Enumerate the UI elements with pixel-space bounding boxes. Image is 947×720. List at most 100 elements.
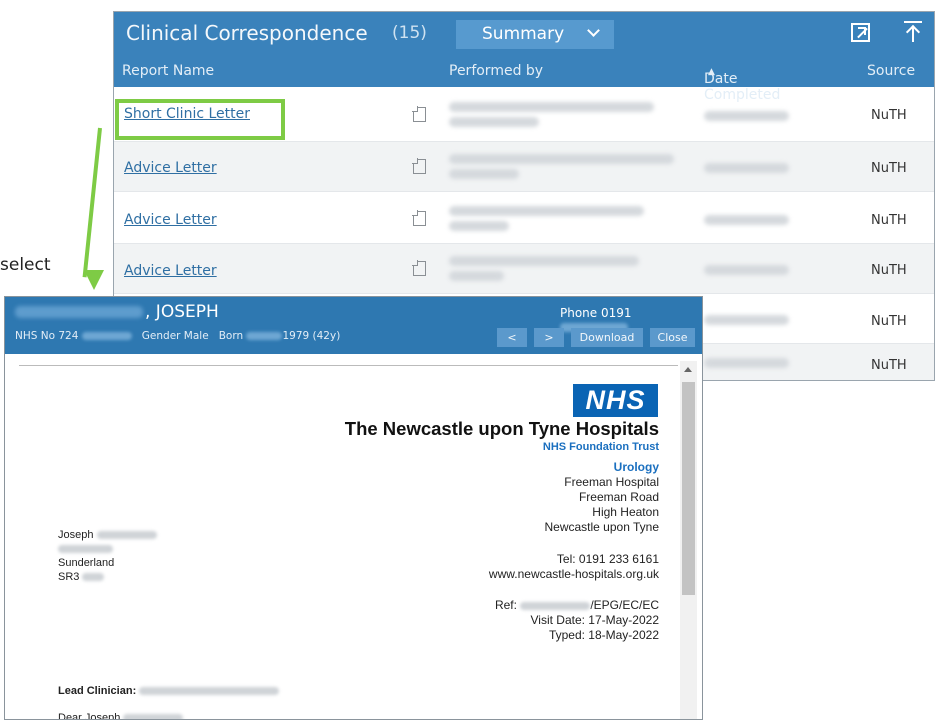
born-year: 1979 (42y): [282, 330, 341, 342]
patient-name-text: , JOSEPH: [145, 302, 219, 322]
redacted-postcode: [82, 573, 105, 582]
patient-banner: , JOSEPH NHS No 724 Gender Male Born 197…: [5, 297, 702, 354]
scroll-to-top-icon[interactable]: [904, 21, 922, 43]
visit-date: Visit Date: 17-May-2022: [530, 613, 659, 627]
source-cell: NuTH: [871, 314, 907, 329]
panel-title: Clinical Correspondence: [126, 21, 368, 45]
redacted-performed-by: [449, 117, 539, 127]
redacted-nhs-number: [81, 332, 132, 340]
source-cell: NuTH: [871, 358, 907, 373]
redacted-date: [704, 111, 789, 121]
document-icon[interactable]: [412, 210, 426, 226]
redacted-performed-by: [449, 102, 654, 112]
redacted-clinician: [139, 687, 280, 696]
document-icon[interactable]: [412, 106, 426, 122]
address-line: Newcastle upon Tyne: [544, 520, 659, 534]
lead-clinician: Lead Clinician:: [58, 685, 280, 697]
next-button[interactable]: >: [534, 328, 564, 347]
letter-document: NHS The Newcastle upon Tyne Hospitals NH…: [5, 354, 702, 719]
salutation-text: Dear Joseph: [58, 712, 121, 720]
born-label: Born: [218, 330, 244, 342]
scrollbar[interactable]: [680, 361, 697, 719]
foundation-trust: NHS Foundation Trust: [542, 441, 659, 453]
recipient-address-line: [58, 543, 113, 555]
patient-name: , JOSEPH: [15, 302, 219, 322]
redacted-performed-by: [449, 256, 639, 266]
report-link[interactable]: Advice Letter: [124, 160, 217, 176]
close-button[interactable]: Close: [650, 328, 695, 347]
recipient-town: Sunderland: [58, 557, 115, 569]
select-annotation-label: select: [0, 255, 51, 275]
expand-icon[interactable]: [851, 23, 870, 42]
recipient-postcode: SR3: [58, 571, 105, 583]
redacted-date: [704, 265, 789, 275]
gender: Gender Male: [141, 330, 209, 342]
nhs-logo: NHS: [573, 384, 658, 417]
download-button[interactable]: Download: [571, 328, 643, 347]
redacted-surname: [123, 714, 184, 719]
source-cell: NuTH: [871, 161, 907, 176]
report-link[interactable]: Advice Letter: [124, 212, 217, 228]
redacted-birth-date: [246, 332, 283, 340]
table-row[interactable]: Advice Letter NuTH: [114, 142, 934, 192]
redacted-address: [58, 545, 113, 554]
address-line: Freeman Hospital: [564, 475, 659, 489]
phone-label: Phone 0191: [560, 306, 632, 320]
address-line: Freeman Road: [578, 490, 659, 504]
panel-titlebar: Clinical Correspondence (15) Summary: [114, 12, 934, 55]
redacted-date: [704, 315, 789, 325]
redacted-date: [704, 358, 789, 368]
redacted-performed-by: [449, 169, 519, 179]
website: www.newcastle-hospitals.org.uk: [488, 567, 659, 581]
chevron-down-icon: [587, 24, 600, 37]
typed-date: Typed: 18-May-2022: [548, 628, 659, 642]
postcode-prefix: SR3: [58, 571, 80, 583]
table-row[interactable]: Advice Letter NuTH: [114, 192, 934, 244]
redacted-date: [704, 163, 789, 173]
previous-button[interactable]: <: [497, 328, 527, 347]
column-report-name[interactable]: Report Name: [122, 63, 214, 79]
redacted-ref: [520, 601, 591, 610]
ref-label: Ref:: [494, 598, 517, 612]
redacted-surname: [15, 306, 143, 318]
redacted-performed-by: [449, 271, 504, 281]
scroll-up-icon[interactable]: [684, 367, 692, 372]
redacted-performed-by: [449, 206, 644, 216]
lead-clinician-label: Lead Clinician:: [58, 685, 137, 697]
scrollbar-thumb[interactable]: [682, 382, 695, 595]
salutation: Dear Joseph: [58, 712, 184, 720]
divider: [19, 365, 678, 366]
letter-viewer: , JOSEPH NHS No 724 Gender Male Born 197…: [4, 296, 703, 720]
nhs-number: NHS No 724: [15, 330, 79, 342]
document-icon[interactable]: [412, 158, 426, 174]
redacted-date: [704, 215, 789, 225]
selection-highlight: [115, 99, 285, 140]
source-cell: NuTH: [871, 263, 907, 278]
record-count: (15): [392, 23, 427, 43]
department: Urology: [613, 460, 659, 474]
summary-dropdown[interactable]: Summary: [456, 20, 614, 49]
column-date-completed[interactable]: Date Completed ▲: [704, 63, 780, 103]
annotation-arrow-head: [84, 270, 104, 290]
redacted-surname: [96, 531, 157, 540]
patient-details: NHS No 724 Gender Male Born 1979 (42y): [15, 330, 340, 342]
document-icon[interactable]: [412, 260, 426, 276]
redacted-performed-by: [449, 154, 674, 164]
column-source[interactable]: Source: [867, 63, 915, 79]
summary-label: Summary: [482, 24, 565, 44]
reference: Ref: /EPG/EC/EC: [495, 598, 659, 612]
sort-ascending-icon: ▲: [708, 67, 715, 77]
address-line: High Heaton: [592, 505, 659, 519]
table-header: Report Name Performed by Date Completed ▲…: [114, 55, 934, 103]
source-cell: NuTH: [871, 108, 907, 123]
recipient-first-name: Joseph: [58, 529, 94, 541]
redacted-performed-by: [449, 221, 509, 231]
annotation-arrow: [82, 127, 102, 278]
telephone: Tel: 0191 233 6161: [556, 552, 659, 566]
table-row[interactable]: Advice Letter NuTH: [114, 244, 934, 294]
source-cell: NuTH: [871, 213, 907, 228]
column-performed-by[interactable]: Performed by: [449, 63, 543, 79]
trust-name: The Newcastle upon Tyne Hospitals: [344, 418, 659, 439]
recipient-name: Joseph: [58, 529, 157, 541]
report-link[interactable]: Advice Letter: [124, 263, 217, 279]
